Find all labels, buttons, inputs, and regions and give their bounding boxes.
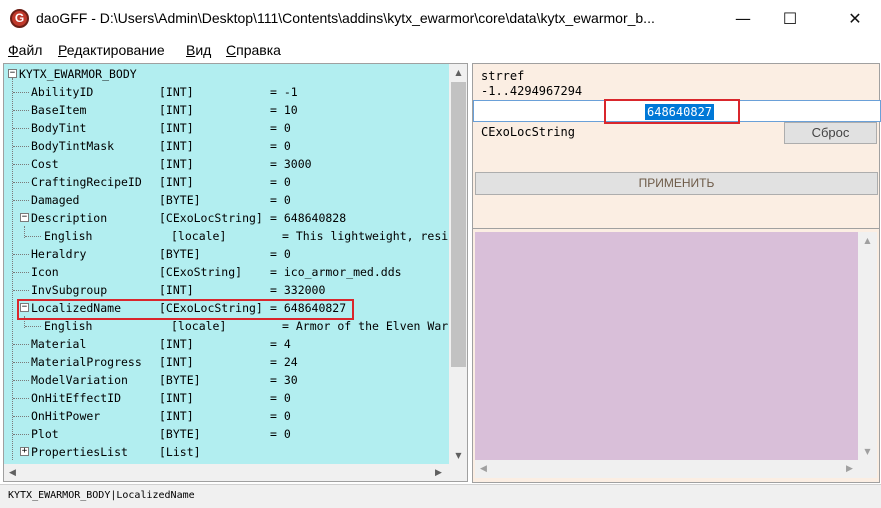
text-horizontal-scrollbar[interactable]: ◀ ▶ xyxy=(475,460,858,478)
scroll-corner xyxy=(858,460,877,478)
tree-row[interactable]: Damaged [BYTE] = 0 xyxy=(4,191,449,209)
tree-row[interactable]: − Description [CExoLocString] = 648640828 xyxy=(4,209,449,227)
tree-vertical-scrollbar[interactable]: ▲ ▼ xyxy=(449,64,467,464)
scroll-up-icon[interactable]: ▲ xyxy=(449,64,467,81)
menu-view[interactable]: Вид xyxy=(186,42,211,58)
menu-bar: Файл Редактирование Вид Справка xyxy=(0,38,881,62)
tree-row[interactable]: Icon [CExoString] = ico_armor_med.dds xyxy=(4,263,449,281)
scroll-left-icon[interactable]: ◀ xyxy=(4,464,21,481)
field-editor-panel: strref -1..4294967294 648640827 CExoLocS… xyxy=(472,63,881,229)
value-highlight-box xyxy=(604,99,740,124)
tree-row[interactable]: + PropertiesList [List] xyxy=(4,443,449,461)
tree-row[interactable]: BaseItem [INT] = 10 xyxy=(4,101,449,119)
field-type-label: strref xyxy=(481,69,525,83)
title-bar: G daoGFF - D:\Users\Admin\Desktop\111\Co… xyxy=(0,0,881,38)
range-label: -1..4294967294 xyxy=(481,84,583,98)
string-text-area[interactable] xyxy=(475,232,858,460)
status-path: KYTX_EWARMOR_BODY|LocalizedName xyxy=(8,490,195,501)
tree-row[interactable]: Material [INT] = 4 xyxy=(4,335,449,353)
tree-row[interactable]: Cost [INT] = 3000 xyxy=(4,155,449,173)
status-bar: KYTX_EWARMOR_BODY|LocalizedName xyxy=(0,484,881,508)
scroll-thumb[interactable] xyxy=(451,82,466,367)
tree-row[interactable]: InvSubgroup [INT] = 332000 xyxy=(4,281,449,299)
scroll-up-icon[interactable]: ▲ xyxy=(858,232,877,249)
tree-row[interactable]: AbilityID [INT] = -1 xyxy=(4,83,449,101)
scroll-down-icon[interactable]: ▼ xyxy=(449,447,467,464)
tree-row[interactable]: BodyTint [INT] = 0 xyxy=(4,119,449,137)
menu-file[interactable]: Файл xyxy=(8,42,42,58)
reset-button[interactable]: Сброс xyxy=(784,122,877,144)
app-icon: G xyxy=(10,9,29,28)
tree-row[interactable]: OnHitEffectID [INT] = 0 xyxy=(4,389,449,407)
scroll-left-icon[interactable]: ◀ xyxy=(475,460,492,478)
close-button[interactable]: ✕ xyxy=(832,0,878,38)
tree-row[interactable]: CraftingRecipeID [INT] = 0 xyxy=(4,173,449,191)
gff-tree-view[interactable]: − KYTX_EWARMOR_BODY AbilityID [INT] = -1 B… xyxy=(3,63,468,482)
tree-rows: − KYTX_EWARMOR_BODY AbilityID [INT] = -1 B… xyxy=(4,64,449,464)
tree-row[interactable]: OnHitPower [INT] = 0 xyxy=(4,407,449,425)
expand-icon[interactable]: + xyxy=(20,447,29,456)
apply-button[interactable]: ПРИМЕНИТЬ xyxy=(475,172,878,195)
scroll-down-icon[interactable]: ▼ xyxy=(858,443,877,460)
tree-row[interactable]: English [locale] = This lightweight, resi xyxy=(4,227,449,245)
string-type-label: CExoLocString xyxy=(481,125,575,139)
selection-highlight-box xyxy=(17,299,354,320)
menu-help[interactable]: Справка xyxy=(226,42,281,58)
minimize-button[interactable]: — xyxy=(720,0,766,38)
tree-row[interactable]: BodyTintMask [INT] = 0 xyxy=(4,137,449,155)
maximize-button[interactable]: ☐ xyxy=(767,0,813,38)
tree-row[interactable]: Plot [BYTE] = 0 xyxy=(4,425,449,443)
string-preview-panel: ▲ ▼ ◀ ▶ xyxy=(472,229,880,483)
scroll-right-icon[interactable]: ▶ xyxy=(430,464,447,481)
scroll-right-icon[interactable]: ▶ xyxy=(841,460,858,478)
collapse-icon[interactable]: − xyxy=(20,213,29,222)
tree-row[interactable]: ModelVariation [BYTE] = 30 xyxy=(4,371,449,389)
tree-horizontal-scrollbar[interactable]: ◀ ▶ xyxy=(4,464,449,481)
tree-root[interactable]: − KYTX_EWARMOR_BODY xyxy=(4,65,449,83)
tree-row[interactable]: MaterialProgress [INT] = 24 xyxy=(4,353,449,371)
text-vertical-scrollbar[interactable]: ▲ ▼ xyxy=(858,232,877,460)
menu-edit[interactable]: Редактирование xyxy=(58,42,165,58)
scroll-corner xyxy=(449,464,467,481)
collapse-icon[interactable]: − xyxy=(8,69,17,78)
tree-row[interactable]: Heraldry [BYTE] = 0 xyxy=(4,245,449,263)
window-title: daoGFF - D:\Users\Admin\Desktop\111\Cont… xyxy=(36,10,655,26)
